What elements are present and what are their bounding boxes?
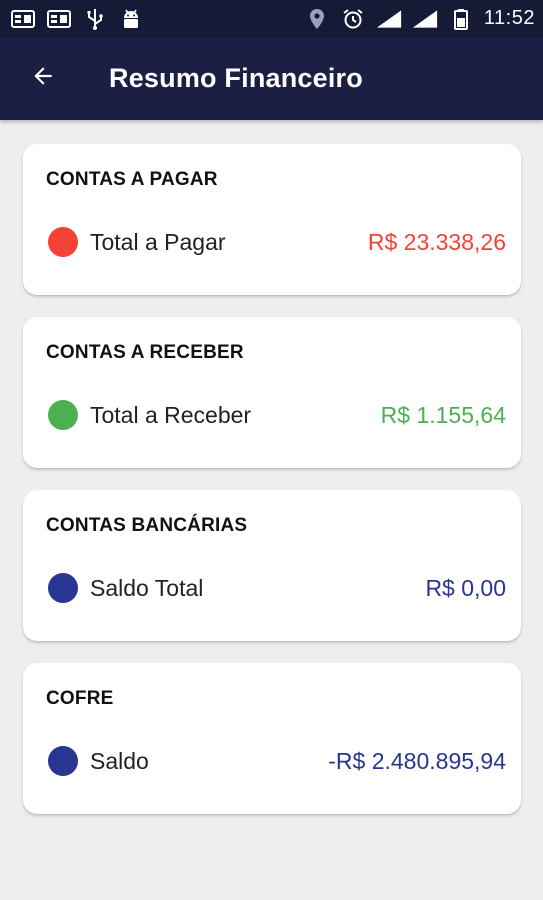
card-row-value: R$ 0,00 [425, 574, 506, 601]
status-dot [48, 573, 78, 603]
card-contas-a-pagar[interactable]: CONTAS A PAGAR Total a Pagar R$ 23.338,2… [23, 144, 521, 295]
signal-1-icon [376, 8, 402, 30]
battery-icon [448, 8, 474, 30]
notification-card-2-icon [46, 8, 72, 30]
arrow-left-icon [30, 63, 56, 94]
card-row-label: Total a Pagar [90, 228, 226, 255]
card-row-label: Saldo [90, 747, 149, 774]
card-row: Saldo -R$ 2.480.895,94 [48, 743, 506, 779]
card-title: CONTAS A PAGAR [46, 169, 218, 190]
card-row-value: R$ 23.338,26 [367, 228, 506, 255]
card-title: COFRE [46, 688, 114, 709]
back-button[interactable] [15, 51, 71, 107]
status-dot [48, 227, 78, 257]
notification-card-icon [10, 8, 36, 30]
card-title: CONTAS A RECEBER [46, 342, 244, 363]
card-row: Saldo Total R$ 0,00 [48, 570, 506, 606]
status-dot [48, 400, 78, 430]
alarm-icon [340, 8, 366, 30]
status-bar: 11:52 [0, 0, 543, 37]
status-bar-right: 11:52 [304, 7, 535, 30]
card-row: Total a Pagar R$ 23.338,26 [48, 224, 506, 260]
card-row-value: R$ 1.155,64 [380, 401, 506, 428]
card-title: CONTAS BANCÁRIAS [46, 515, 248, 536]
signal-2-icon [412, 8, 438, 30]
location-icon [304, 8, 330, 30]
usb-icon [82, 8, 108, 30]
card-row-label: Total a Receber [90, 401, 252, 428]
card-row-label: Saldo Total [90, 574, 204, 601]
card-row-value: -R$ 2.480.895,94 [328, 747, 506, 774]
status-time: 11:52 [483, 7, 535, 29]
card-row: Total a Receber R$ 1.155,64 [48, 397, 506, 433]
status-dot [48, 746, 78, 776]
status-bar-left [10, 8, 144, 30]
app-bar: Resumo Financeiro [0, 37, 543, 120]
android-debug-icon [118, 8, 144, 30]
page-title: Resumo Financeiro [109, 63, 363, 93]
card-cofre[interactable]: COFRE Saldo -R$ 2.480.895,94 [23, 663, 521, 814]
card-contas-a-receber[interactable]: CONTAS A RECEBER Total a Receber R$ 1.15… [23, 317, 521, 468]
card-contas-bancarias[interactable]: CONTAS BANCÁRIAS Saldo Total R$ 0,00 [23, 490, 521, 641]
